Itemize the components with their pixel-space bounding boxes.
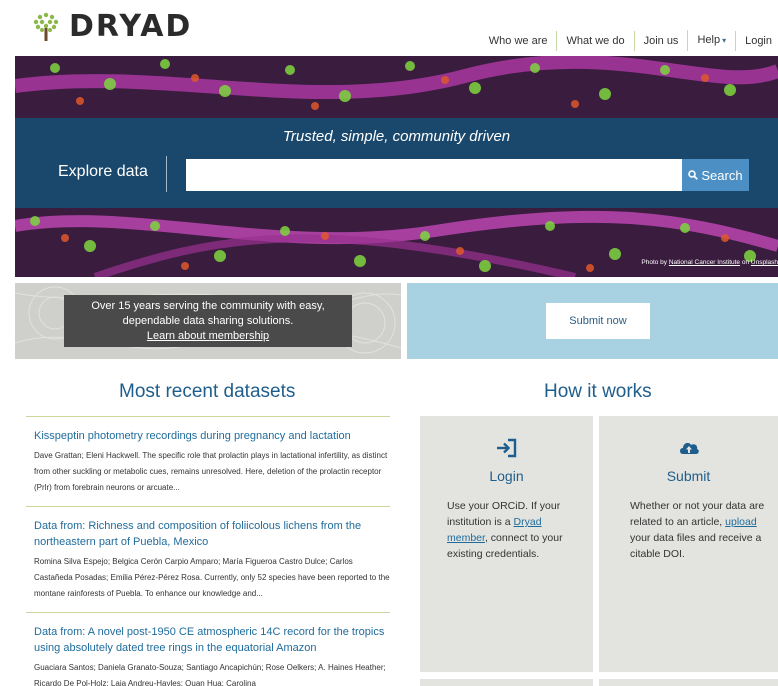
search-button-label: Search: [701, 167, 743, 183]
dataset-item: Data from: Richness and composition of f…: [26, 506, 390, 612]
nav-login[interactable]: Login: [735, 30, 778, 51]
tree-logo-icon: [33, 12, 59, 41]
main-nav: Who we are What we do Join us Help ▾ Logi…: [480, 30, 778, 51]
nav-who-we-are[interactable]: Who we are: [480, 31, 557, 51]
submit-card: Submit Whether or not your data are rela…: [599, 416, 778, 672]
chevron-down-icon: ▾: [722, 36, 727, 45]
recent-datasets-list: Kisspeptin photometry recordings during …: [26, 416, 390, 686]
how-it-works: Login Use your ORCiD. If your institutio…: [420, 416, 778, 686]
membership-box: Over 15 years serving the community with…: [64, 295, 352, 347]
search-button[interactable]: Search: [682, 159, 749, 191]
photo-credit-author-link[interactable]: National Cancer Institute: [669, 259, 740, 266]
search-input[interactable]: [186, 159, 683, 191]
dataset-item: Kisspeptin photometry recordings during …: [26, 416, 390, 506]
login-text-1: Use your ORCiD. If your institution is a: [447, 500, 561, 528]
login-card-title: Login: [489, 468, 524, 484]
dataset-description: Romina Silva Espejo; Belgica Cerón Carpi…: [34, 557, 390, 598]
submit-now-button[interactable]: Submit now: [546, 303, 650, 339]
photo-credit-mid: on: [740, 259, 751, 266]
submit-promo: Submit now: [407, 283, 778, 359]
search-band: Trusted, simple, community driven Explor…: [15, 118, 778, 208]
cloud-upload-icon: [679, 442, 699, 454]
sign-in-icon: [496, 438, 516, 458]
photo-credit-prefix: Photo by: [641, 259, 669, 266]
recent-datasets-title: Most recent datasets: [119, 381, 296, 402]
membership-line-2: dependable data sharing solutions.: [122, 315, 294, 327]
login-card: Login Use your ORCiD. If your institutio…: [420, 416, 593, 672]
nav-help-label: Help: [697, 34, 721, 46]
membership-line-1: Over 15 years serving the community with…: [91, 300, 325, 312]
nav-help[interactable]: Help ▾: [687, 30, 735, 51]
next-card-top-right: [599, 679, 778, 686]
dataset-description: Guaciara Santos; Daniela Granato-Souza; …: [34, 663, 386, 686]
logo-text: DRYAD: [69, 9, 193, 44]
dataset-item: Data from: A novel post-1950 CE atmosphe…: [26, 612, 390, 686]
search-icon: [688, 170, 699, 180]
next-card-top-left: [420, 679, 593, 686]
login-icon-wrap: [420, 438, 593, 458]
upload-link[interactable]: upload: [725, 516, 757, 528]
submit-card-text: Whether or not your data are related to …: [630, 498, 770, 562]
dataset-title-link[interactable]: Data from: Richness and composition of f…: [34, 518, 390, 550]
band-divider: [166, 156, 167, 192]
photo-credit: Photo by National Cancer Institute on Un…: [641, 259, 778, 266]
submit-card-title: Submit: [666, 468, 711, 484]
membership-promo: Over 15 years serving the community with…: [15, 283, 401, 359]
tagline: Trusted, simple, community driven: [282, 128, 511, 145]
submit-icon-wrap: [599, 438, 778, 458]
photo-credit-site-link[interactable]: Unsplash: [751, 259, 778, 266]
nav-join-us[interactable]: Join us: [633, 30, 688, 51]
dataset-description: Dave Grattan; Eleni Hackwell. The specif…: [34, 451, 388, 492]
how-it-works-title: How it works: [544, 381, 652, 402]
site-header: DRYAD Who we are What we do Join us Help…: [0, 0, 778, 56]
hero-banner: Trusted, simple, community driven Explor…: [15, 56, 778, 277]
membership-link[interactable]: Learn about membership: [147, 330, 269, 342]
dataset-title-link[interactable]: Kisspeptin photometry recordings during …: [34, 428, 390, 444]
dryad-logo[interactable]: DRYAD: [33, 12, 192, 42]
login-card-text: Use your ORCiD. If your institution is a…: [447, 498, 577, 562]
nav-what-we-do[interactable]: What we do: [556, 30, 633, 51]
explore-data-label: Explore data: [58, 163, 148, 180]
dataset-title-link[interactable]: Data from: A novel post-1950 CE atmosphe…: [34, 624, 390, 656]
submit-text-2: your data files and receive a citable DO…: [630, 532, 762, 560]
